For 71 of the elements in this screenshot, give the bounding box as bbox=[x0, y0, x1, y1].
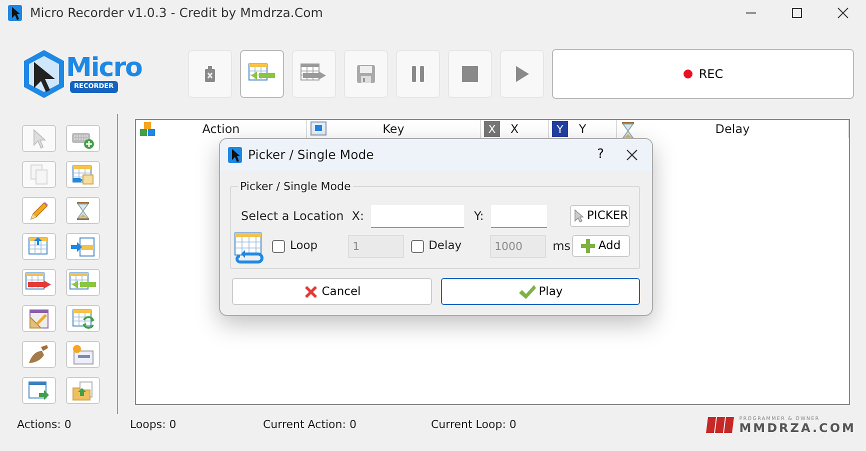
tool-button[interactable] bbox=[66, 161, 100, 188]
play-button[interactable]: Play bbox=[440, 278, 640, 305]
play-icon bbox=[514, 65, 530, 83]
ruler-pencil-icon bbox=[27, 308, 51, 330]
tool-button[interactable] bbox=[22, 197, 56, 224]
app-icon bbox=[228, 147, 242, 163]
y-label: Y: bbox=[474, 208, 484, 225]
ms-label: ms bbox=[552, 238, 571, 255]
tool-button[interactable] bbox=[22, 269, 56, 296]
group-title: Picker / Single Mode bbox=[238, 179, 353, 196]
status-text: Actions: 0 bbox=[17, 416, 72, 433]
letter-icon: X bbox=[484, 121, 500, 137]
cancel-button[interactable]: Cancel bbox=[232, 278, 432, 305]
loop-checkbox[interactable] bbox=[272, 240, 285, 252]
plus-icon bbox=[581, 239, 596, 253]
tool-button[interactable] bbox=[66, 233, 100, 260]
card-icon bbox=[71, 344, 95, 366]
picker-button[interactable]: PICKER bbox=[570, 205, 630, 227]
table-document-icon bbox=[71, 164, 95, 186]
pointer-icon bbox=[31, 128, 47, 148]
tool-button[interactable] bbox=[66, 197, 100, 224]
pointer-icon bbox=[574, 209, 584, 223]
trash-icon bbox=[202, 65, 218, 83]
status-text: Loops: 0 bbox=[130, 416, 178, 433]
tool-button[interactable] bbox=[66, 377, 100, 404]
tool-button[interactable] bbox=[22, 341, 56, 368]
status-text: Current Action: 0 bbox=[263, 416, 358, 433]
app-icon bbox=[8, 5, 22, 21]
cubes-icon bbox=[139, 121, 157, 139]
toolbar-button[interactable] bbox=[240, 50, 284, 98]
window-arrow-icon bbox=[27, 380, 51, 402]
letter-icon: Y bbox=[552, 121, 568, 137]
logo-icon bbox=[22, 48, 66, 100]
status-text: Current Loop: 0 bbox=[431, 416, 518, 433]
dialog-title: Picker / Single Mode bbox=[248, 146, 374, 164]
brand-name: MMDRZA.COM bbox=[739, 422, 856, 434]
window-title: Micro Recorder v1.0.3 - Credit by Mmdrza.Com bbox=[30, 4, 323, 22]
broom-icon bbox=[27, 344, 51, 366]
pause-icon bbox=[410, 64, 426, 84]
tool-button[interactable] bbox=[22, 377, 56, 404]
table-loop-icon bbox=[234, 232, 264, 264]
logo-text: Micro bbox=[66, 55, 142, 82]
tool-button[interactable] bbox=[66, 305, 100, 332]
check-icon bbox=[518, 284, 536, 300]
y-field[interactable] bbox=[490, 204, 547, 228]
hourglass-icon bbox=[75, 200, 91, 220]
pencil-icon bbox=[28, 200, 50, 222]
delay-checkbox[interactable] bbox=[410, 240, 424, 252]
tool-button[interactable] bbox=[66, 341, 100, 368]
table-arrow-icon bbox=[70, 236, 96, 258]
tool-button[interactable] bbox=[22, 305, 56, 332]
delay-label: Delay bbox=[428, 237, 462, 254]
loop-label: Loop bbox=[290, 237, 318, 254]
record-button[interactable]: REC bbox=[552, 49, 854, 99]
x-field[interactable] bbox=[371, 204, 464, 228]
close-icon bbox=[626, 149, 638, 161]
tool-button[interactable] bbox=[22, 233, 56, 260]
add-button[interactable]: Add bbox=[572, 235, 630, 257]
copy-icon bbox=[29, 164, 49, 186]
location-label: Select a Location bbox=[241, 208, 344, 225]
help-button[interactable]: ? bbox=[597, 145, 604, 165]
tool-button[interactable] bbox=[66, 125, 100, 152]
table-refresh-icon bbox=[71, 308, 95, 330]
x-label: X: bbox=[352, 208, 364, 225]
record-icon bbox=[682, 69, 693, 79]
stop-icon bbox=[461, 65, 479, 83]
cross-icon bbox=[302, 284, 319, 300]
tool-button[interactable] bbox=[66, 269, 100, 296]
folder-file-icon bbox=[71, 380, 95, 402]
close-button[interactable] bbox=[626, 149, 638, 161]
brand-logo-icon bbox=[706, 415, 736, 435]
